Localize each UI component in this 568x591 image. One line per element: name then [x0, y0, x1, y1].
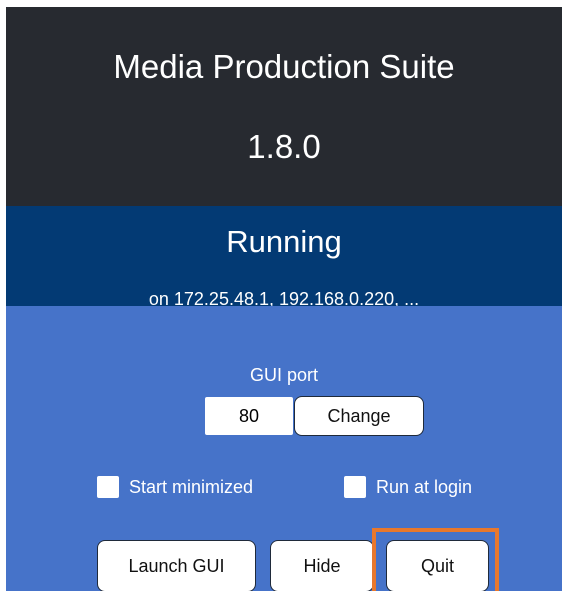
gui-port-label: GUI port [249, 365, 319, 385]
launch-gui-button[interactable]: Launch GUI [97, 540, 256, 591]
gui-port-input[interactable] [205, 397, 293, 435]
header-panel: Media Production Suite 1.8.0 [6, 7, 562, 206]
status-text: Running [226, 224, 342, 259]
app-version: 1.8.0 [247, 128, 321, 165]
controls-panel: GUI port Change Start minimized Run at l… [6, 306, 562, 591]
hide-button[interactable]: Hide [270, 540, 374, 591]
run-at-login-label: Run at login [376, 477, 473, 497]
status-panel: Running on 172.25.48.1, 192.168.0.220, .… [6, 206, 562, 309]
start-minimized-option[interactable]: Start minimized [97, 475, 253, 499]
run-at-login-option[interactable]: Run at login [344, 475, 472, 499]
change-port-button[interactable]: Change [294, 396, 424, 436]
run-at-login-checkbox[interactable] [344, 476, 366, 498]
app-title: Media Production Suite [113, 48, 455, 85]
quit-button[interactable]: Quit [386, 540, 489, 591]
start-minimized-label: Start minimized [129, 477, 254, 497]
start-minimized-checkbox[interactable] [97, 476, 119, 498]
app-window: Media Production Suite 1.8.0 Running on … [6, 7, 562, 591]
